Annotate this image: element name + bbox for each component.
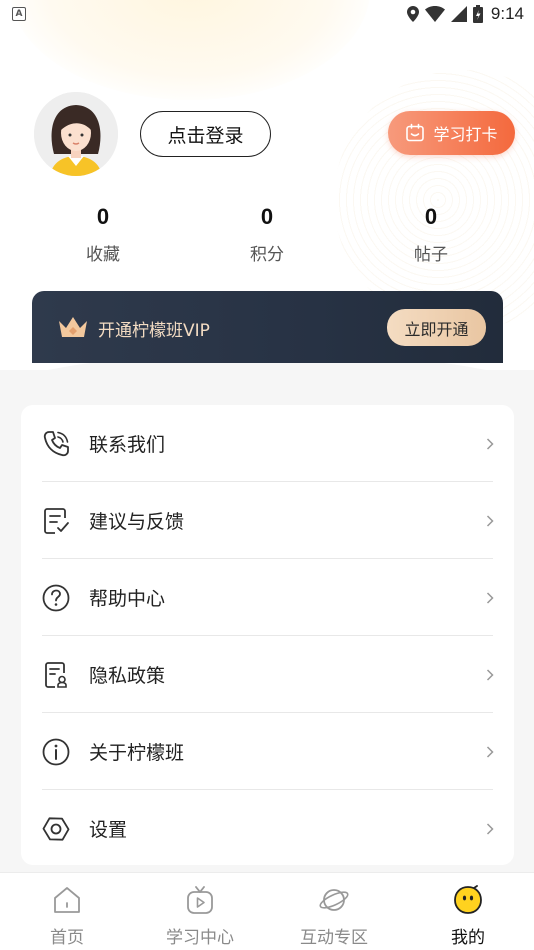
chevron-right-icon bbox=[486, 514, 494, 527]
stats-row: 0 收藏 0 积分 0 帖子 bbox=[20, 200, 514, 272]
menu-item-feedback[interactable]: 建议与反馈 bbox=[21, 482, 514, 559]
menu-label: 隐私政策 bbox=[89, 665, 166, 687]
stat-value: 0 bbox=[424, 204, 438, 229]
vip-title: 开通柠檬班VIP bbox=[98, 321, 210, 341]
nav-tab-study-center[interactable]: 学习中心 bbox=[145, 873, 255, 950]
accessibility-a-icon: A bbox=[12, 7, 26, 21]
vip-banner[interactable]: 开通柠檬班VIP 立即开通 bbox=[32, 291, 503, 363]
login-button[interactable]: 点击登录 bbox=[140, 111, 271, 157]
menu-card: 联系我们 建议与反馈 帮助中心 隐私政策 关于柠檬班 设置 bbox=[21, 405, 514, 865]
chevron-right-icon bbox=[486, 822, 494, 835]
girl-avatar-icon bbox=[34, 92, 118, 176]
lemon-face-icon bbox=[454, 885, 482, 914]
menu-label: 建议与反馈 bbox=[89, 511, 185, 533]
settings-icon bbox=[41, 814, 71, 844]
chevron-right-icon bbox=[486, 437, 494, 450]
chevron-right-icon bbox=[486, 668, 494, 681]
menu-item-contact[interactable]: 联系我们 bbox=[21, 405, 514, 482]
nav-tab-mine[interactable]: 我的 bbox=[413, 873, 523, 950]
nav-label: 首页 bbox=[50, 928, 84, 948]
home-icon bbox=[54, 887, 80, 913]
study-tv-icon bbox=[187, 886, 213, 914]
status-bar: A 9:14 bbox=[0, 0, 534, 28]
menu-label: 联系我们 bbox=[89, 434, 166, 456]
chevron-right-icon bbox=[486, 591, 494, 604]
nav-tab-home[interactable]: 首页 bbox=[12, 873, 122, 950]
stat-label: 收藏 bbox=[86, 245, 120, 265]
nav-label: 我的 bbox=[451, 928, 485, 948]
help-icon bbox=[41, 583, 71, 613]
avatar[interactable] bbox=[34, 92, 118, 176]
privacy-icon bbox=[41, 660, 71, 690]
stat-value: 0 bbox=[96, 204, 110, 229]
menu-item-about[interactable]: 关于柠檬班 bbox=[21, 713, 514, 790]
status-time: 9:14 bbox=[490, 4, 524, 23]
menu-label: 关于柠檬班 bbox=[89, 742, 185, 764]
planet-icon bbox=[319, 889, 349, 911]
stat-favorites[interactable]: 0 收藏 bbox=[38, 200, 168, 265]
wifi-icon bbox=[424, 6, 445, 22]
stat-label: 积分 bbox=[250, 245, 284, 265]
nav-label: 学习中心 bbox=[166, 928, 234, 948]
crown-icon bbox=[59, 317, 87, 337]
menu-item-settings[interactable]: 设置 bbox=[21, 790, 514, 867]
phone-icon bbox=[41, 429, 71, 459]
nav-label: 互动专区 bbox=[300, 928, 368, 948]
feedback-icon bbox=[41, 506, 71, 536]
calendar-check-icon bbox=[406, 123, 425, 142]
stat-posts[interactable]: 0 帖子 bbox=[366, 200, 496, 265]
stat-value: 0 bbox=[260, 204, 274, 229]
menu-label: 设置 bbox=[89, 819, 128, 841]
vip-open-button[interactable]: 立即开通 bbox=[387, 309, 486, 346]
battery-icon bbox=[472, 5, 483, 23]
info-icon bbox=[41, 737, 71, 767]
chevron-right-icon bbox=[486, 745, 494, 758]
menu-label: 帮助中心 bbox=[89, 588, 166, 610]
nav-tab-interaction[interactable]: 互动专区 bbox=[279, 873, 389, 950]
menu-item-help[interactable]: 帮助中心 bbox=[21, 559, 514, 636]
study-checkin-button[interactable]: 学习打卡 bbox=[388, 111, 515, 155]
menu-item-privacy[interactable]: 隐私政策 bbox=[21, 636, 514, 713]
stat-points[interactable]: 0 积分 bbox=[202, 200, 332, 265]
stat-label: 帖子 bbox=[414, 245, 448, 265]
location-icon bbox=[406, 6, 419, 22]
bottom-nav: 首页 学习中心 互动专区 我的 bbox=[0, 872, 534, 950]
signal-icon bbox=[450, 6, 467, 22]
study-checkin-label: 学习打卡 bbox=[433, 125, 498, 144]
